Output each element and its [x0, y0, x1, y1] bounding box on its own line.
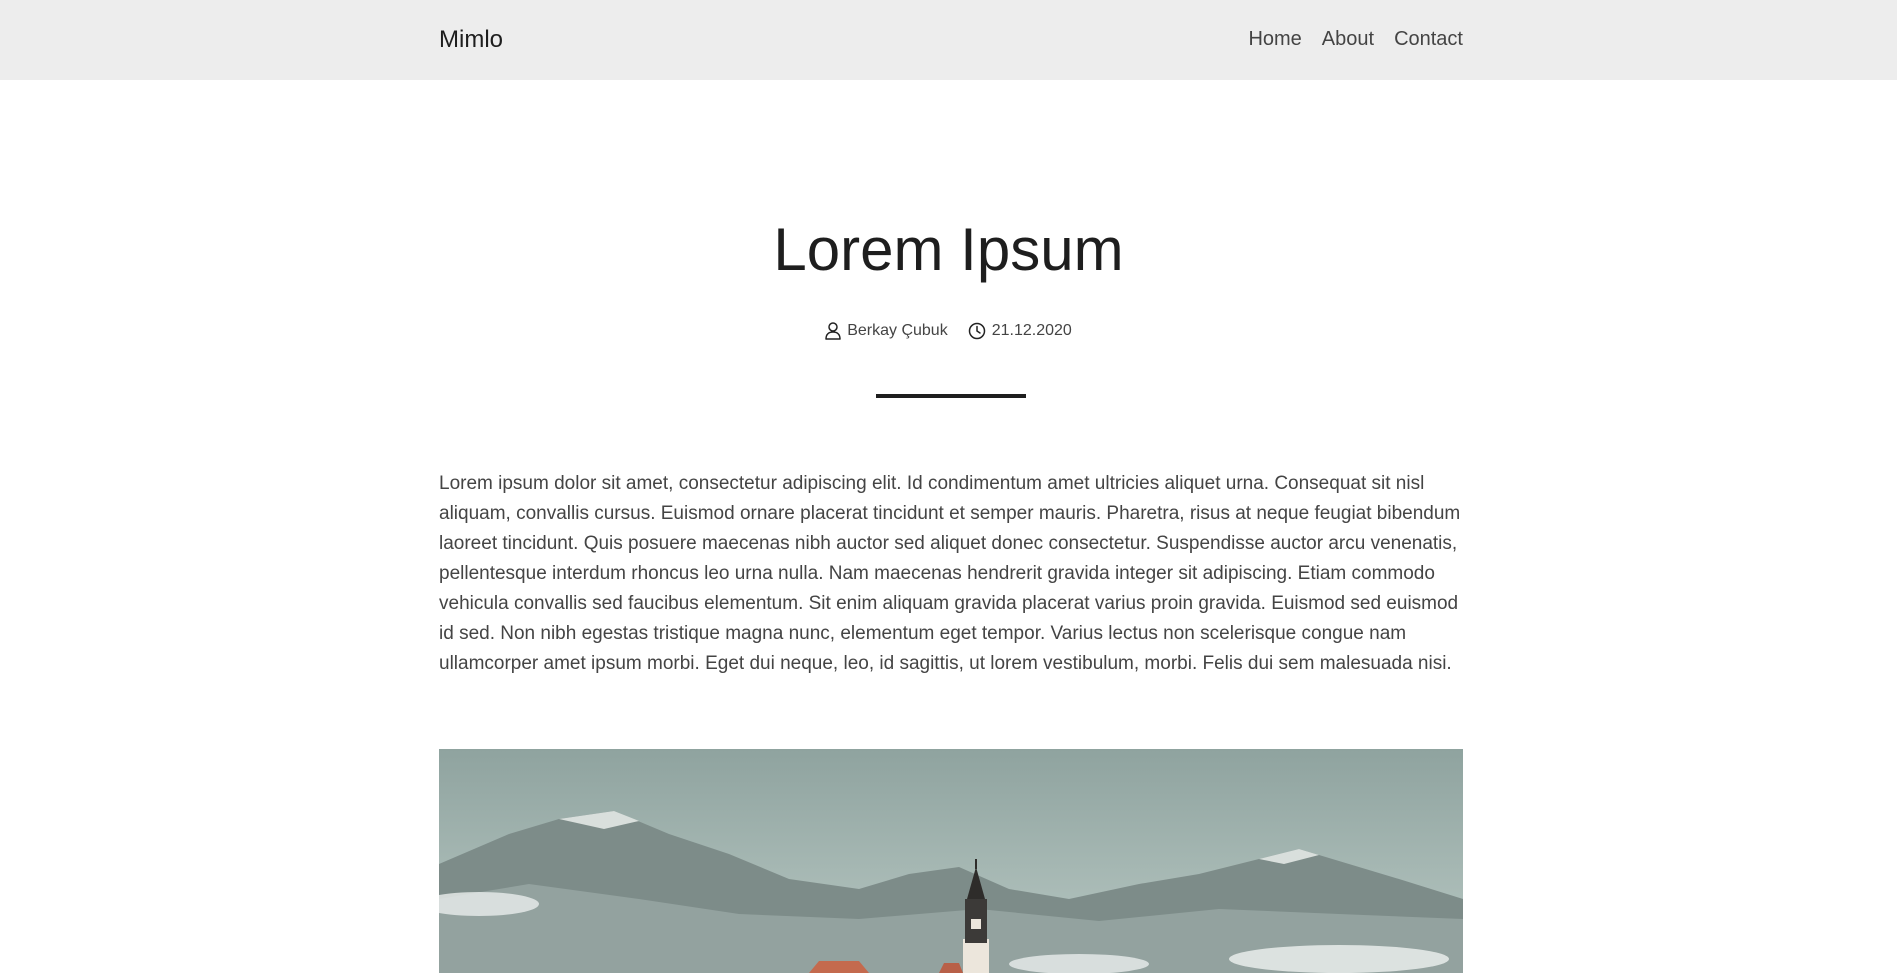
nav-link-home[interactable]: Home — [1248, 28, 1301, 51]
author-name: Berkay Çubuk — [847, 322, 948, 339]
nav-link-contact[interactable]: Contact — [1394, 28, 1463, 51]
navbar: Mimlo Home About Contact — [0, 0, 1897, 80]
clock-icon — [968, 322, 986, 340]
post-meta: Berkay Çubuk 21.12.2020 — [0, 322, 1897, 340]
title-divider — [876, 394, 1026, 398]
brand-logo[interactable]: Mimlo — [439, 26, 503, 54]
date-meta: 21.12.2020 — [968, 322, 1072, 340]
author-meta: Berkay Çubuk — [825, 322, 948, 340]
nav-link-about[interactable]: About — [1322, 28, 1374, 51]
hero-image — [439, 749, 1463, 973]
user-icon — [825, 322, 841, 340]
post-body: Lorem ipsum dolor sit amet, consectetur … — [439, 473, 1461, 674]
post-date: 21.12.2020 — [991, 322, 1072, 339]
nav-links: Home About Contact — [1248, 28, 1463, 51]
post-title: Lorem Ipsum — [773, 216, 1124, 283]
